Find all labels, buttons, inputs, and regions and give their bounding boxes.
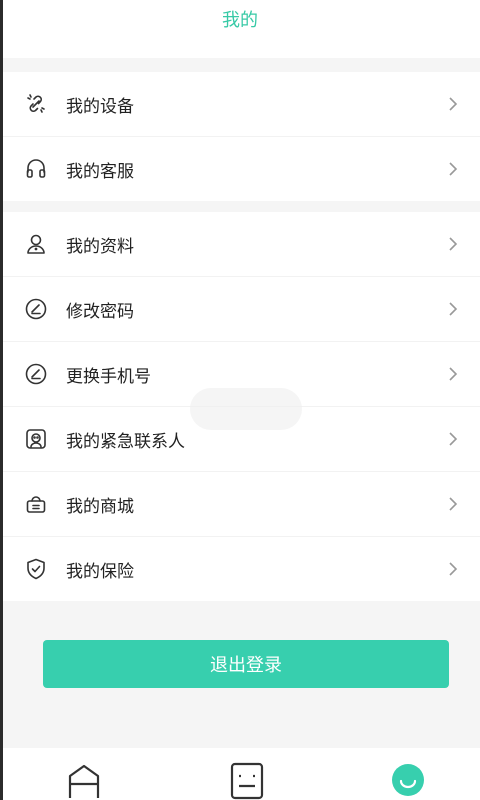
shop-basket-icon [24,492,48,516]
me-icon [392,764,424,796]
header: 我的 [0,0,480,58]
menu-item-label: 修改密码 [66,301,134,322]
menu-item-label: 我的设备 [66,96,134,117]
chevron-right-icon [449,302,458,316]
chevron-right-icon [449,497,458,511]
chevron-right-icon [449,367,458,381]
edit-circle-icon [24,297,48,321]
menu-item-my-shop[interactable]: 我的商城 [0,471,480,536]
chevron-right-icon [449,237,458,251]
chevron-right-icon [449,432,458,446]
menu-item-label: 我的紧急联系人 [66,431,185,452]
page-title: 我的 [222,10,258,31]
list-icon [230,762,264,800]
chevron-right-icon [449,97,458,111]
profile-icon [24,232,48,256]
shield-check-icon [24,557,48,581]
edit-circle-icon [24,362,48,386]
menu-item-label: 我的商城 [66,496,134,517]
menu-item-my-service[interactable]: 我的客服 [0,136,480,201]
home-icon [68,764,100,798]
device-link-icon [24,92,48,116]
menu-item-label: 我的资料 [66,236,134,257]
menu-item-label: 我的保险 [66,561,134,582]
menu-item-label: 更换手机号 [66,366,151,387]
tab-list[interactable] [227,760,267,800]
emergency-contact-icon [24,427,48,451]
menu-item-my-insurance[interactable]: 我的保险 [0,536,480,601]
window-edge [0,0,3,800]
menu-item-label: 我的客服 [66,161,134,182]
menu-item-my-profile[interactable]: 我的资料 [0,212,480,276]
menu-group-1: 我的设备 我的客服 [0,72,480,201]
toast-placeholder [190,388,302,430]
headset-icon [24,157,48,181]
chevron-right-icon [449,562,458,576]
bottom-tab-bar [0,748,480,800]
tab-home[interactable] [64,760,104,800]
tab-me[interactable] [388,760,428,800]
logout-button[interactable]: 退出登录 [43,640,449,688]
menu-item-my-device[interactable]: 我的设备 [0,72,480,136]
chevron-right-icon [449,162,458,176]
menu-item-change-password[interactable]: 修改密码 [0,276,480,341]
